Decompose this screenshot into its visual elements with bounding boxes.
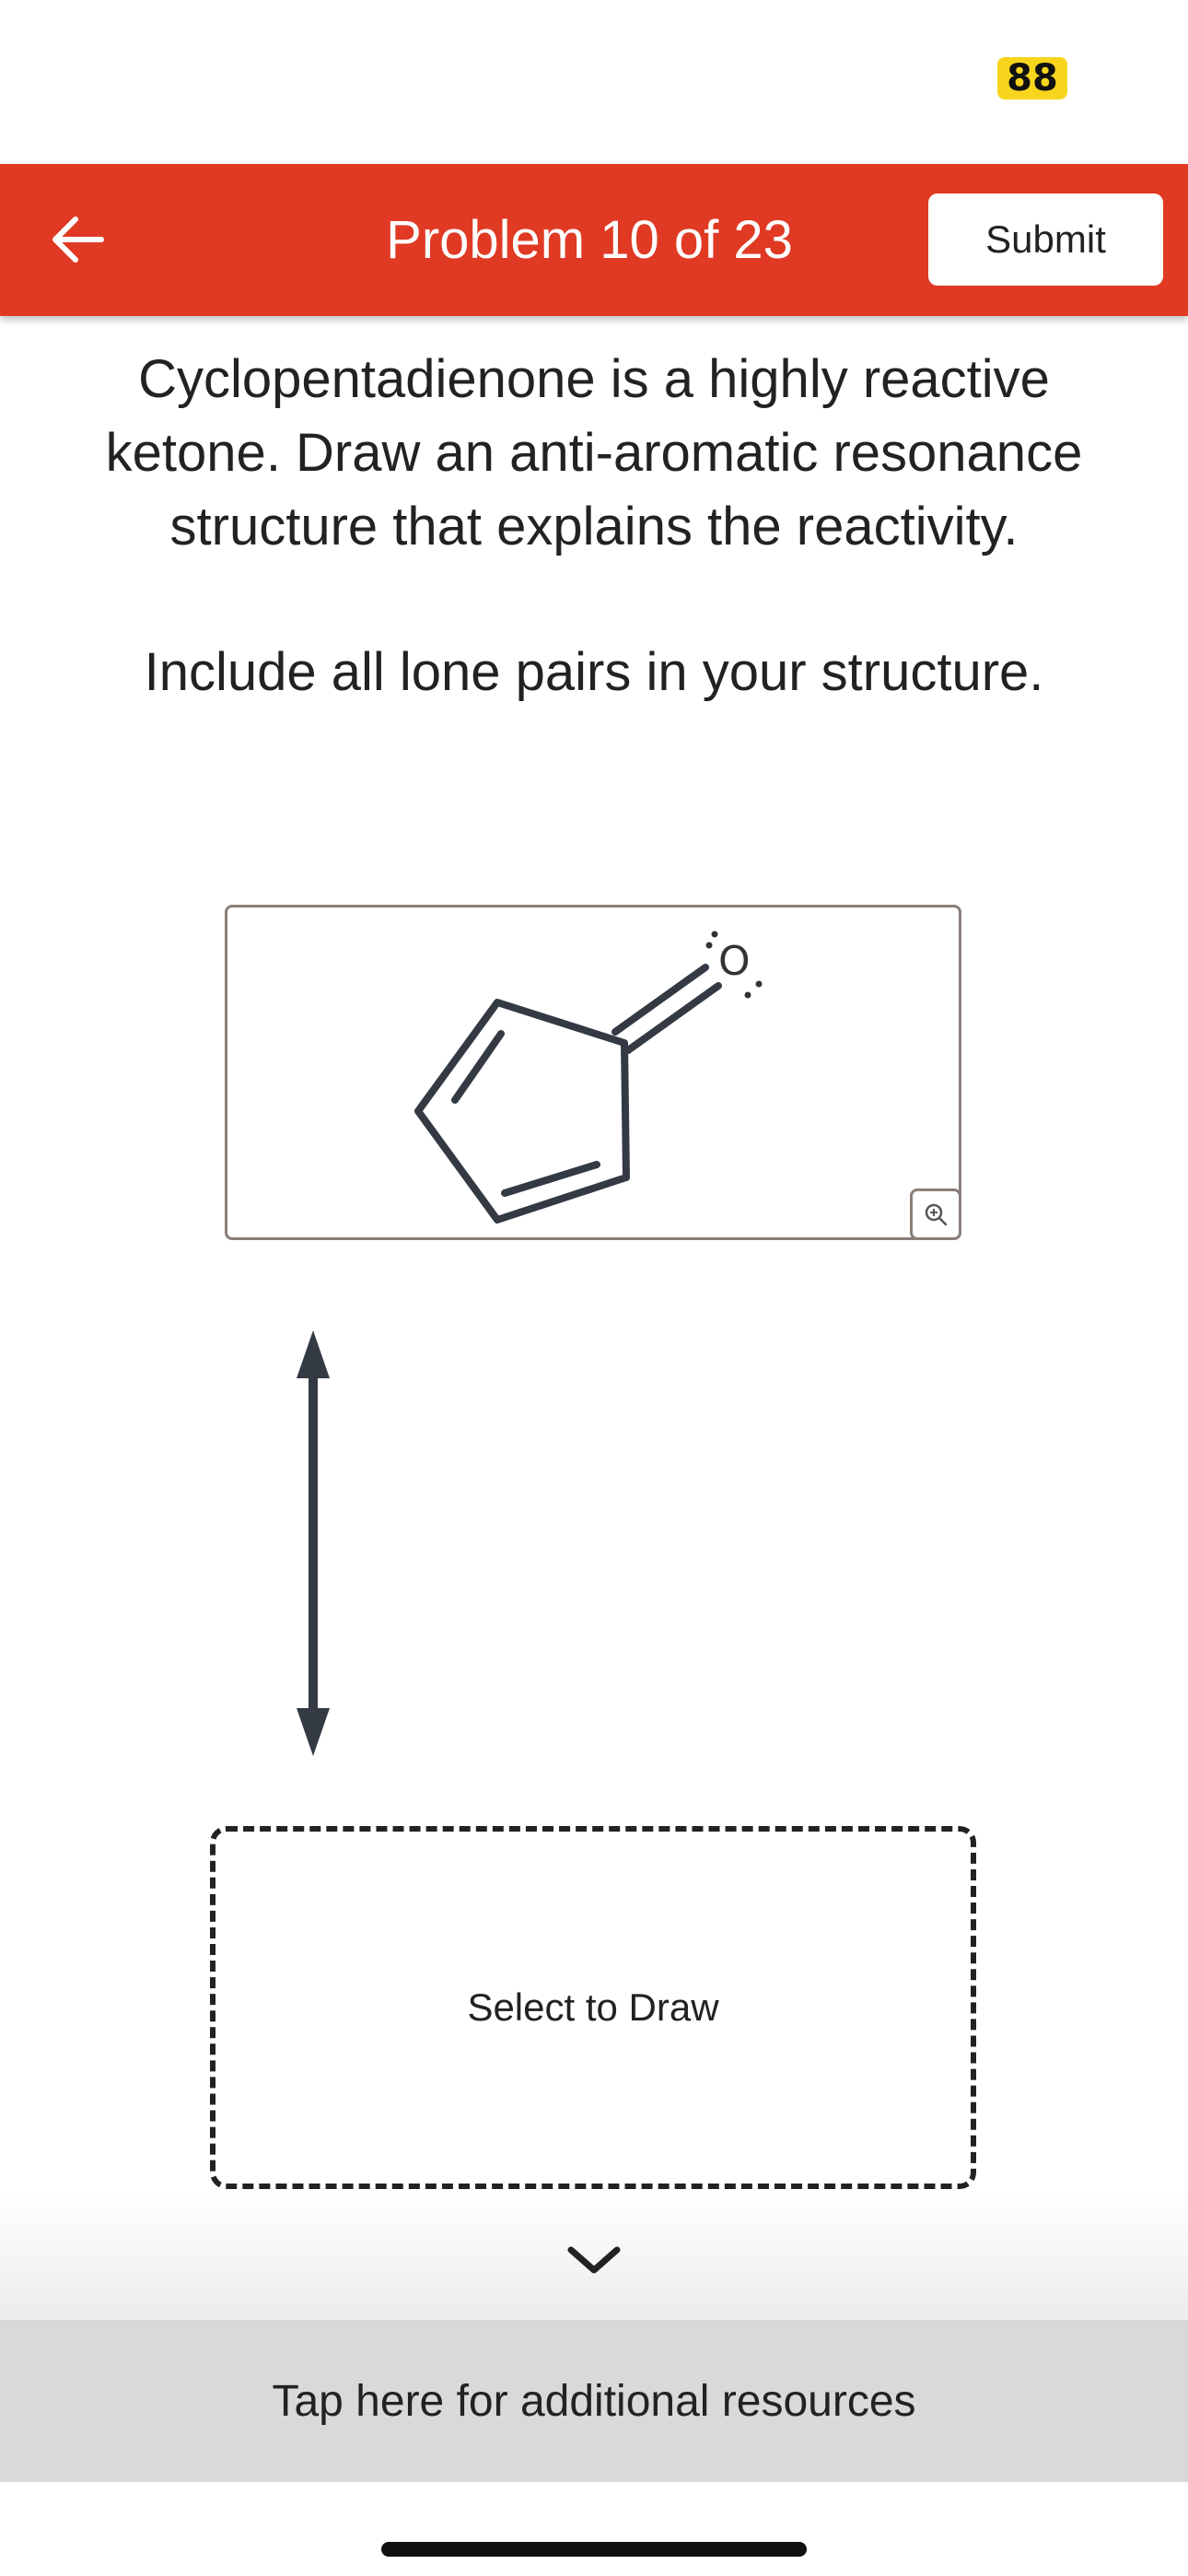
chevron-down-icon	[567, 2246, 621, 2274]
oxygen-atom-label: O	[718, 938, 751, 985]
zoom-button[interactable]	[910, 1188, 961, 1240]
zoom-in-icon	[925, 1203, 948, 1226]
draw-area[interactable]: Select to Draw	[210, 1826, 976, 2189]
additional-resources-button[interactable]: Tap here for additional resources	[0, 2320, 1188, 2482]
home-indicator[interactable]	[381, 2542, 807, 2557]
cyclopentadienone-structure	[414, 931, 763, 1224]
expand-button[interactable]	[562, 2237, 626, 2283]
double-headed-arrow-icon	[297, 1330, 330, 1756]
